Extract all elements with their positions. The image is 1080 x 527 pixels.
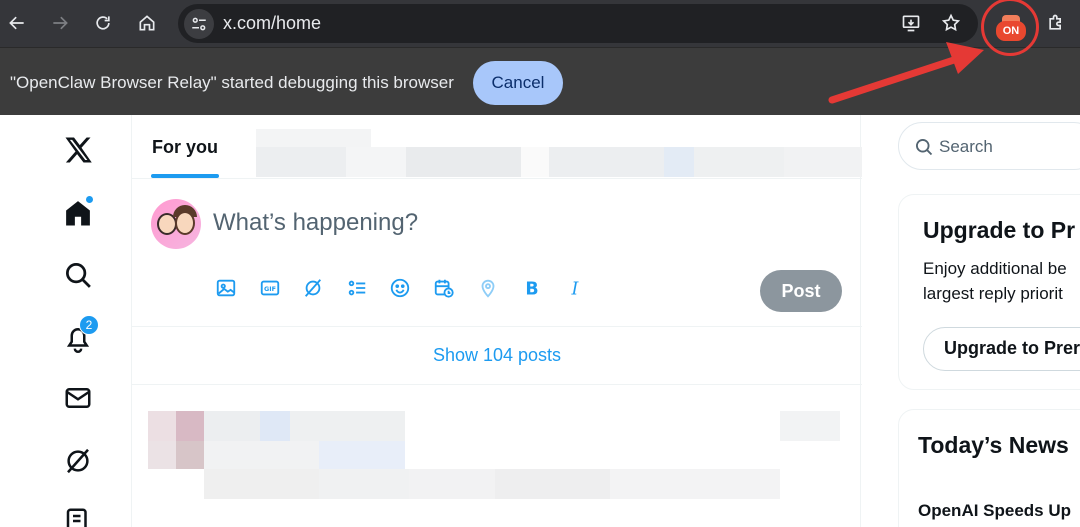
puzzle-icon [1049,14,1061,30]
home-unread-dot [85,195,94,204]
list-icon [66,508,87,527]
main-timeline: For you What’s happening? GIF B I Post S… [131,115,862,527]
bold-button[interactable]: B [519,275,545,301]
emoji-icon [390,278,410,298]
show-new-posts-button[interactable]: Show 104 posts [132,327,862,385]
news-card-title: Today’s News [918,432,1069,458]
right-sidebar: Search Upgrade to Pr Enjoy additional be… [861,115,1080,527]
poll-icon [348,280,366,296]
extensions-button[interactable] [1041,8,1071,38]
tune-icon [192,17,206,31]
bold-icon: B [525,279,538,299]
star-icon [941,13,961,32]
grok-icon [304,279,322,297]
svg-text:B: B [525,279,538,299]
install-app-button[interactable] [896,8,926,38]
premium-card-line-2: largest reply priorit [923,284,1063,303]
image-icon [216,279,236,297]
forward-button[interactable] [45,8,75,38]
post-button[interactable]: Post [760,270,842,312]
back-button[interactable] [2,8,32,38]
svg-text:GIF: GIF [264,285,276,293]
site-info-button[interactable] [184,9,214,39]
grok-icon [67,448,89,474]
x-logo-icon [65,137,92,163]
location-pin-icon [481,279,495,298]
premium-card-title: Upgrade to Pr [923,217,1076,243]
search-input[interactable]: Search [898,122,1080,170]
svg-text:I: I [571,279,580,299]
italic-icon: I [571,279,580,299]
notifications-badge: 2 [79,315,99,335]
reload-icon [96,16,110,30]
x-logo-link[interactable] [60,132,96,168]
install-icon [902,15,920,32]
nav-messages[interactable] [60,380,96,416]
media-button[interactable] [213,275,239,301]
italic-button[interactable]: I [562,275,588,301]
cancel-button[interactable]: Cancel [473,61,563,105]
search-icon [66,263,91,288]
poll-button[interactable] [344,275,370,301]
grok-button[interactable] [300,275,326,301]
home-icon [139,15,155,31]
annotation-arrow [828,42,984,104]
active-tab-indicator [151,174,219,178]
x-home-page: 2 For you What’s happening? GIF B I Post… [0,115,1080,527]
tab-for-you[interactable]: For you [152,137,218,158]
composer-input[interactable]: What’s happening? [213,209,418,237]
bookmark-button[interactable] [936,8,966,38]
schedule-button[interactable] [431,275,457,301]
home-button[interactable] [132,8,162,38]
left-navigation: 2 [0,115,131,527]
avatar-figure-right [175,211,195,235]
reload-button[interactable] [88,8,118,38]
avatar[interactable] [151,199,201,249]
premium-card-line-1: Enjoy additional be [923,259,1067,278]
location-button[interactable] [475,275,501,301]
nav-explore[interactable] [60,257,96,293]
mail-icon [65,388,91,408]
news-card: Today’s News OpenAI Speeds Up [898,409,1080,527]
premium-card: Upgrade to Pr Enjoy additional be larges… [898,194,1080,390]
infobar-message: "OpenClaw Browser Relay" started debuggi… [10,73,454,92]
arrow-right-icon [53,16,68,30]
search-placeholder: Search [939,137,993,156]
calendar-clock-icon [434,279,454,298]
url-text: x.com/home [223,13,322,33]
search-icon [916,139,933,156]
nav-grok[interactable] [60,443,96,479]
arrow-left-icon [9,16,24,30]
post-composer: What’s happening? GIF B I Post [132,179,862,327]
gif-button[interactable]: GIF [257,275,283,301]
news-headline[interactable]: OpenAI Speeds Up [918,498,1071,523]
nav-lists[interactable] [60,503,96,527]
upgrade-premium-button[interactable]: Upgrade to Prer [923,327,1080,371]
timeline-tabs: For you [132,115,862,179]
emoji-button[interactable] [387,275,413,301]
gif-icon: GIF [260,280,280,296]
